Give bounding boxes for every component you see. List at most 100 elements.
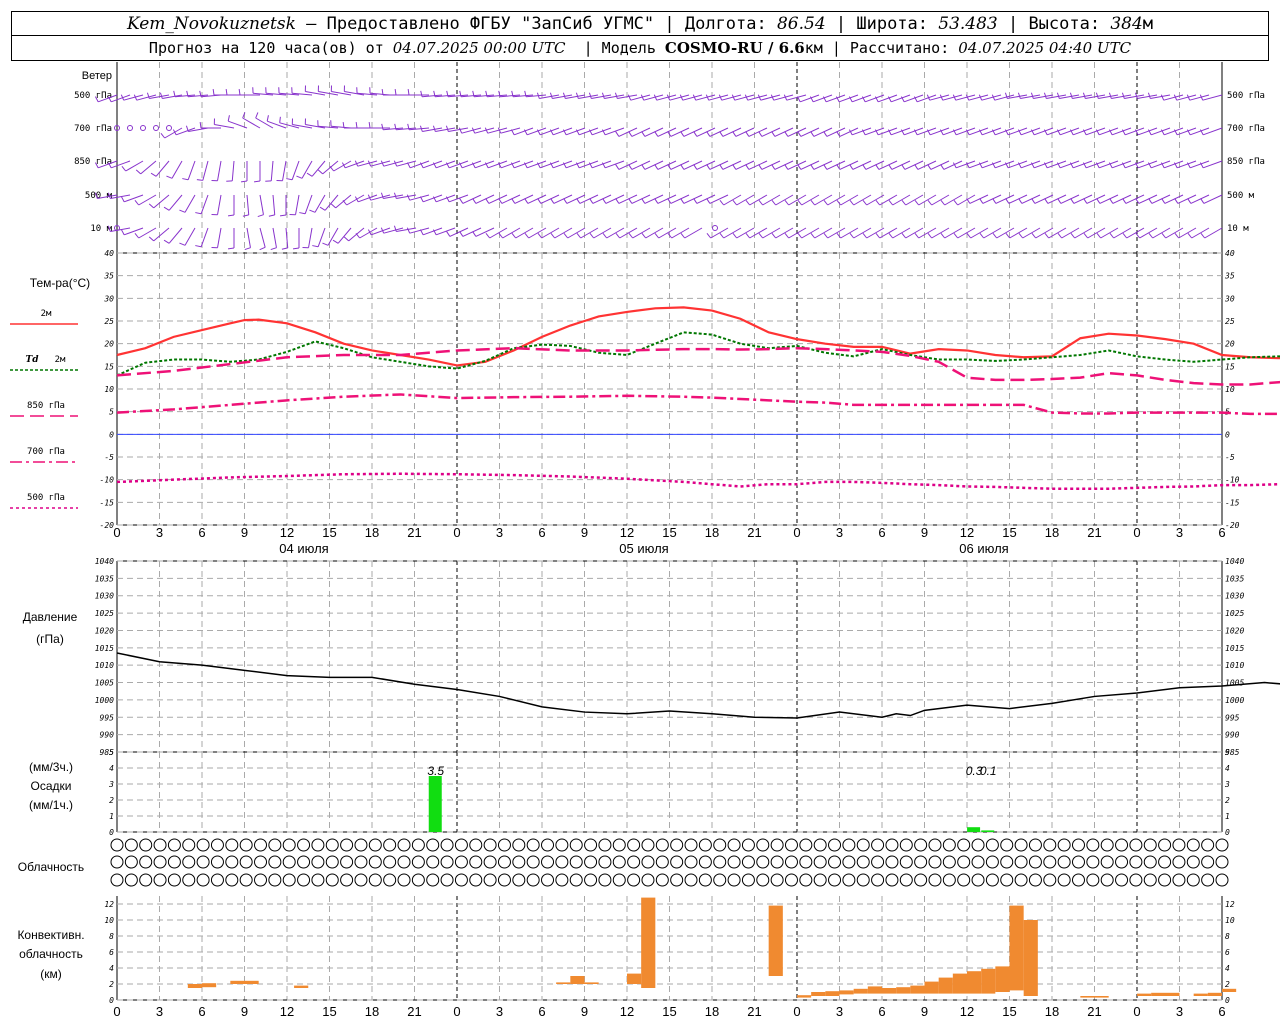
cloud-symbol: [426, 873, 440, 887]
wind-barb-flag: [836, 232, 842, 239]
y-tick-label: 12: [104, 900, 114, 909]
y-tick-label: 1040: [95, 557, 114, 566]
wind-level-label-right: 500 гПа: [1227, 91, 1265, 101]
cloud-symbol: [885, 838, 899, 852]
wind-barb: [153, 227, 170, 242]
wind-barb-flag: [810, 232, 816, 239]
cloud-symbol: [727, 873, 741, 887]
wind-barb-flag: [1187, 232, 1193, 239]
y-tick-label: 2: [109, 980, 114, 989]
wind-barb-flag: [1109, 232, 1115, 239]
hour-tick-label: 12: [960, 1004, 974, 1019]
cloud-symbol: [469, 838, 483, 852]
pressure-title: Давление: [23, 610, 78, 624]
wind-barb-flag: [1018, 198, 1023, 204]
wind-barb: [125, 160, 144, 172]
wind-barb-flag: [901, 164, 906, 170]
convective-bar: [967, 971, 982, 994]
wind-calm-mark: [153, 125, 159, 131]
wind-barb-flag: [163, 239, 170, 244]
cloud-symbol: [497, 838, 511, 852]
cloud-symbol: [340, 838, 354, 852]
legend-700-label: 700 гПа: [27, 447, 65, 457]
y-tick-label: 1025: [95, 609, 114, 618]
y-tick-label: -10: [100, 476, 115, 485]
wind-barb-flag: [537, 232, 543, 239]
wind-barb-flag: [706, 164, 711, 170]
cloud-symbol: [325, 838, 339, 852]
cloud-symbol: [799, 873, 813, 887]
wind-barb-flag: [654, 131, 659, 137]
cloud-symbol: [670, 838, 684, 852]
wind-barb-flag: [381, 123, 384, 130]
y-tick-label: 1040: [1225, 557, 1244, 566]
cloud-symbol: [196, 838, 210, 852]
wind-barb-flag: [296, 175, 303, 179]
convective-bar: [556, 982, 571, 984]
cloud-symbol: [497, 855, 511, 869]
wind-barb-flag: [706, 232, 712, 239]
wind-barb-flag: [150, 172, 157, 177]
hour-tick-label: 9: [581, 1004, 588, 1019]
wind-barb-flag: [797, 131, 802, 137]
hour-tick-label: 3: [496, 525, 503, 540]
wind-barb-flag: [299, 212, 306, 215]
hour-tick-label: 21: [747, 1004, 761, 1019]
cloud-symbol: [469, 873, 483, 887]
cloud-symbol: [842, 855, 856, 869]
cloud-symbol: [770, 855, 784, 869]
cloud-symbol: [655, 838, 669, 852]
cloud-symbol: [985, 855, 999, 869]
wind-barb: [168, 194, 183, 211]
wind-barb-flag: [706, 131, 711, 137]
wind-barb-flag: [459, 231, 464, 237]
wind-barb-flag: [654, 232, 660, 239]
y-tick-label: -5: [104, 453, 114, 462]
cloud-symbol: [741, 873, 755, 887]
cloud-symbol: [942, 838, 956, 852]
cloud-symbol: [497, 873, 511, 887]
cloud-symbol: [139, 855, 153, 869]
cloud-symbol: [985, 838, 999, 852]
wind-barb-flag: [1174, 198, 1179, 204]
wind-barb-flag: [332, 239, 339, 244]
hour-tick-label: 9: [921, 525, 928, 540]
cloud-symbol: [483, 855, 497, 869]
cloud-symbol: [713, 855, 727, 869]
wind-level-label-left: 500 м: [85, 191, 113, 201]
cloud-symbol: [655, 855, 669, 869]
temp-series-4: [116, 472, 1280, 490]
wind-barb: [202, 160, 209, 181]
cloud-symbol: [297, 855, 311, 869]
y-tick-label: 1020: [95, 626, 114, 635]
wind-barb-flag: [1161, 232, 1167, 239]
day-label-1: 04 июля: [279, 541, 328, 556]
convective-bar: [882, 988, 897, 994]
hour-tick-label: 12: [280, 1004, 294, 1019]
convective-bar: [995, 966, 1010, 992]
cloud-symbol: [1215, 838, 1229, 852]
wind-barb-flag: [576, 198, 581, 204]
hour-tick-label: 0: [453, 1004, 460, 1019]
wind-barb: [217, 194, 222, 215]
wind-barb-flag: [979, 198, 984, 204]
wind-barb-flag: [549, 92, 553, 99]
wind-barb-flag: [1017, 92, 1021, 99]
wind-barb-flag: [1070, 198, 1075, 204]
wind-barb-flag: [1109, 198, 1114, 204]
wind-barb-flag: [1200, 232, 1206, 239]
cloud-symbol: [340, 873, 354, 887]
cloud-symbol: [1000, 855, 1014, 869]
wind-barb: [282, 160, 287, 181]
wind-barb-flag: [1043, 92, 1047, 99]
y-tick-label: 3: [108, 780, 114, 789]
cloud-symbol: [210, 838, 224, 852]
wind-barb-flag: [1030, 92, 1034, 99]
wind-barb-flag: [745, 199, 751, 206]
cloud-symbol: [684, 838, 698, 852]
wind-barb-flag: [719, 232, 725, 239]
wind-barb-flag: [771, 131, 776, 137]
y-tick-label: 2: [109, 796, 114, 805]
precip-unit-3h: (мм/3ч.): [29, 760, 73, 774]
wind-barb-flag: [242, 214, 249, 217]
